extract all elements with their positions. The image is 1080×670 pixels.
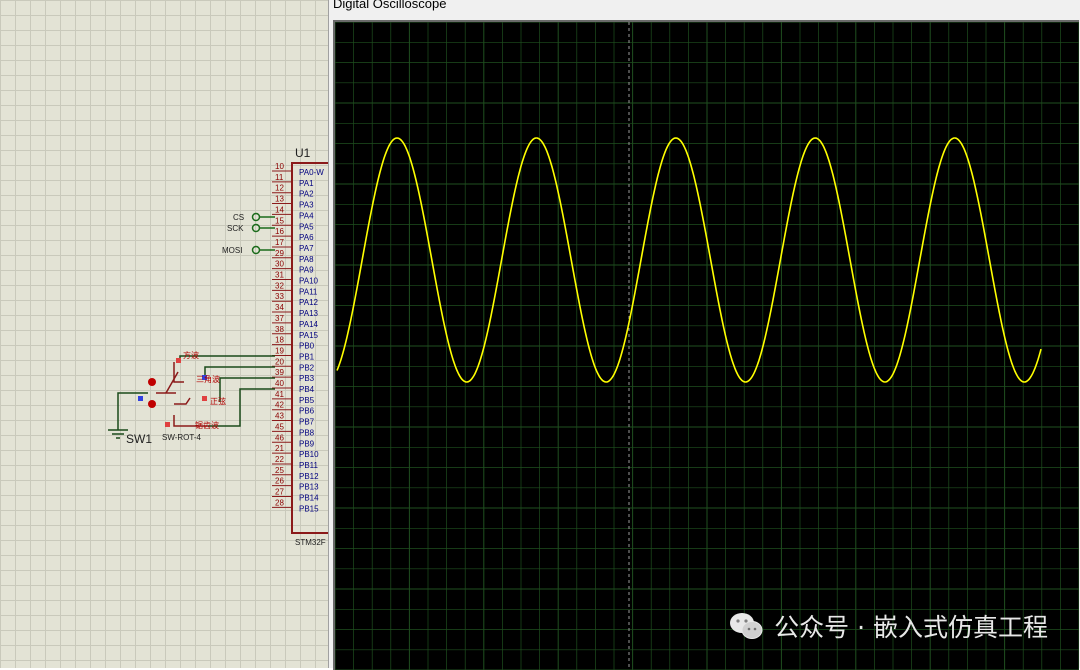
pin-name: PB8 xyxy=(299,428,315,437)
pin-number: 41 xyxy=(275,390,284,399)
terminal-cs[interactable] xyxy=(251,212,261,222)
pin-number: 29 xyxy=(275,249,284,258)
pin-number: 20 xyxy=(275,357,284,366)
oscilloscope-screen[interactable] xyxy=(333,20,1079,670)
pin-number: 14 xyxy=(275,205,284,214)
pin-number: 40 xyxy=(275,379,284,388)
rotary-switch-sw1[interactable]: 方波 三角波 正弦 锯齿波 xyxy=(138,350,226,430)
net-label-cs: CS xyxy=(233,213,244,222)
pin-number: 26 xyxy=(275,477,284,486)
pin-number: 39 xyxy=(275,368,284,377)
pin-number: 22 xyxy=(275,455,284,464)
pin-name: PA7 xyxy=(299,244,314,253)
pin-number: 15 xyxy=(275,216,284,225)
pin-name: PA11 xyxy=(299,287,318,296)
pin-number: 33 xyxy=(275,292,284,301)
pin-number: 16 xyxy=(275,227,284,236)
switch-label-sine: 正弦 xyxy=(210,396,226,406)
pin-name: PA2 xyxy=(299,190,314,199)
pin-name: PB11 xyxy=(299,461,319,470)
pin-name: PB12 xyxy=(299,472,319,481)
component-part-sw-rot: SW-ROT-4 xyxy=(162,433,202,442)
pin-number: 21 xyxy=(275,444,284,453)
pin-number: 31 xyxy=(275,271,284,280)
switch-wires xyxy=(179,355,275,427)
pin-name: PA1 xyxy=(299,179,314,188)
terminal-mosi[interactable] xyxy=(251,245,261,255)
schematic-canvas[interactable]: U1 10 PA0-W 11 PA1 12 PA2 13 PA3 14 PA4 15 PA5 16 PA6… xyxy=(0,0,330,668)
switch-label-triangle: 三角波 xyxy=(196,374,220,384)
scope-display xyxy=(335,22,1079,670)
pin-name: PA9 xyxy=(299,266,314,275)
mcu-pins: 10 PA0-W 11 PA1 12 PA2 13 PA3 14 PA4 15 PA5 16 PA6 17 P… xyxy=(272,162,324,513)
net-label-sck: SCK xyxy=(227,224,244,233)
watermark-text: 公众号 · 嵌入式仿真工程 xyxy=(774,613,1048,642)
pin-name: PB5 xyxy=(299,396,315,405)
watermark: 公众号 · 嵌入式仿真工程 xyxy=(728,608,1048,644)
terminal-sck[interactable] xyxy=(251,223,261,233)
schematic-drawing: U1 10 PA0-W 11 PA1 12 PA2 13 PA3 14 PA4 15 PA5 16 PA6… xyxy=(108,146,330,547)
component-ref-sw1: SW1 xyxy=(126,432,152,446)
pin-number: 17 xyxy=(275,238,284,247)
pin-number: 42 xyxy=(275,401,284,410)
pin-name: PA14 xyxy=(299,320,319,329)
wechat-icon xyxy=(730,613,763,639)
pin-name: PB1 xyxy=(299,352,315,361)
switch-label-square: 方波 xyxy=(183,350,199,360)
pin-name: PB13 xyxy=(299,483,319,492)
pin-number: 46 xyxy=(275,433,284,442)
switch-label-sawtooth: 锯齿波 xyxy=(195,420,219,430)
pin-number: 13 xyxy=(275,195,284,204)
pin-number: 30 xyxy=(275,260,284,269)
pin-name: PA13 xyxy=(299,309,319,318)
pin-number: 12 xyxy=(275,184,284,193)
pin-name: PA0-W xyxy=(299,168,324,177)
window-title: Digital Oscilloscope xyxy=(333,0,447,11)
pin-number: 19 xyxy=(275,346,284,355)
pin-name: PA6 xyxy=(299,233,314,242)
pin-name: PB10 xyxy=(299,450,319,459)
pin-name: PB4 xyxy=(299,385,315,394)
pin-name: PB15 xyxy=(299,504,319,513)
pin-number: 10 xyxy=(275,162,284,171)
pin-number: 27 xyxy=(275,488,284,497)
pin-number: 11 xyxy=(275,173,284,182)
pin-name: PB0 xyxy=(299,342,315,351)
pin-number: 45 xyxy=(275,422,284,431)
pin-name: PB14 xyxy=(299,494,319,503)
net-label-mosi: MOSI xyxy=(222,246,242,255)
pin-name: PB9 xyxy=(299,439,315,448)
pin-name: PA10 xyxy=(299,277,319,286)
component-part-stm32: STM32F xyxy=(295,538,326,547)
pin-name: PA5 xyxy=(299,222,314,231)
pin-name: PA15 xyxy=(299,331,319,340)
pin-name: PA8 xyxy=(299,255,314,264)
component-ref-u1: U1 xyxy=(295,146,311,160)
pin-name: PA12 xyxy=(299,298,319,307)
pin-number: 43 xyxy=(275,412,284,421)
pin-number: 32 xyxy=(275,281,284,290)
waveform-trace xyxy=(336,137,1042,383)
pin-name: PA4 xyxy=(299,211,314,220)
pin-number: 34 xyxy=(275,303,284,312)
pin-number: 25 xyxy=(275,466,284,475)
pin-name: PB3 xyxy=(299,374,315,383)
pin-number: 38 xyxy=(275,325,284,334)
scope-grid xyxy=(335,22,1079,670)
pin-number: 28 xyxy=(275,498,284,507)
pin-name: PB7 xyxy=(299,418,315,427)
pin-name: PA3 xyxy=(299,201,314,210)
pin-number: 37 xyxy=(275,314,284,323)
pin-number: 18 xyxy=(275,336,284,345)
oscilloscope-window[interactable]: Digital Oscilloscope xyxy=(328,0,1080,670)
pin-name: PB6 xyxy=(299,407,315,416)
ground-symbol xyxy=(108,429,128,439)
pin-name: PB2 xyxy=(299,363,315,372)
